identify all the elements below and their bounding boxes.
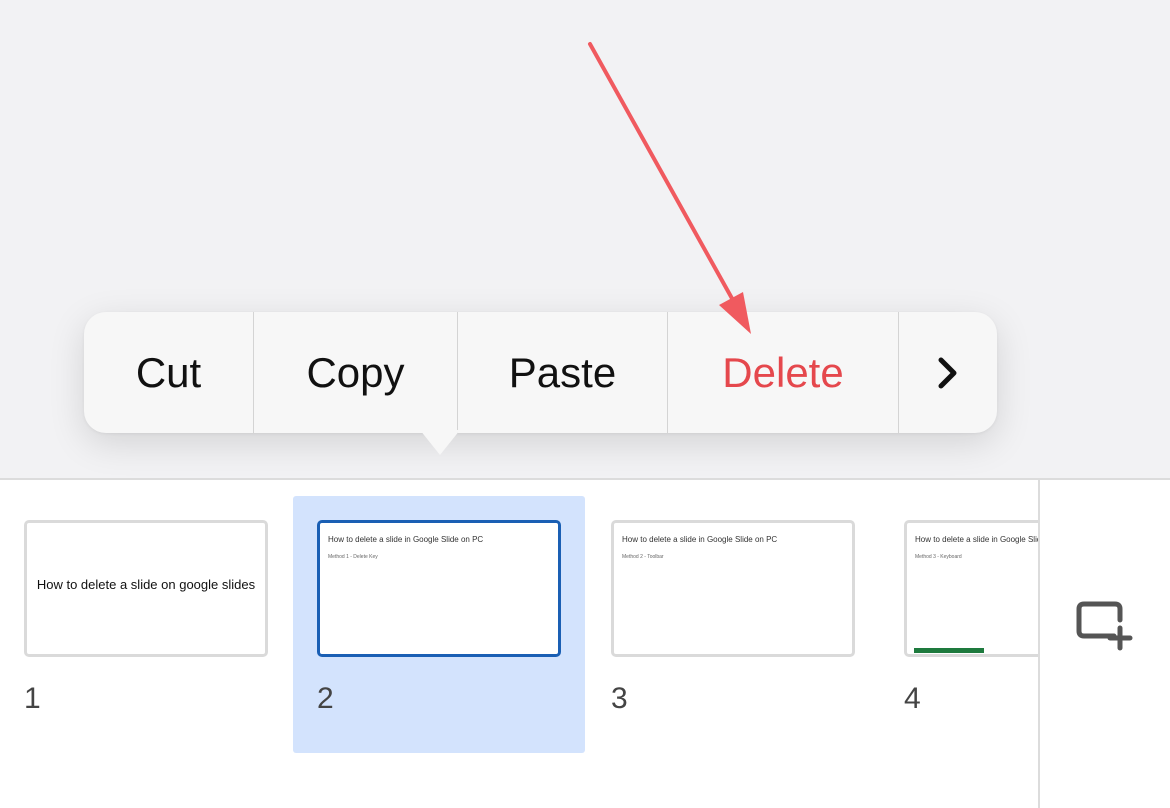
context-menu-pointer [420, 430, 460, 455]
slide-subtitle: Method 3 - Keyboard [915, 554, 962, 560]
slide-title: How to delete a slide in Google Slide on… [915, 535, 1038, 544]
paste-menu-item[interactable]: Paste [458, 312, 668, 433]
slide-title: How to delete a slide on google slides [36, 577, 256, 592]
slide-title: How to delete a slide in Google Slide on… [622, 535, 778, 544]
slide-subtitle: Method 2 - Toolbar [622, 554, 664, 560]
add-slide-icon[interactable] [1074, 598, 1138, 654]
slide-thumbnail-2[interactable]: How to delete a slide in Google Slide on… [293, 496, 585, 753]
slide-subtitle: Method 1 - Delete Key [328, 554, 378, 560]
slide-number: 4 [904, 682, 921, 715]
slide-thumbnail-1[interactable]: How to delete a slide on google slides 1 [0, 496, 292, 753]
filmstrip-divider [1038, 478, 1040, 808]
slide-preview: How to delete a slide in Google Slide on… [611, 520, 855, 657]
chevron-right-icon [938, 357, 957, 388]
delete-menu-item[interactable]: Delete [668, 312, 899, 433]
slide-preview: How to delete a slide on google slides [24, 520, 268, 657]
slide-number: 1 [24, 682, 41, 715]
slide-preview: How to delete a slide in Google Slide on… [317, 520, 561, 657]
slide-title: How to delete a slide in Google Slide on… [328, 535, 484, 544]
cut-menu-item[interactable]: Cut [84, 312, 254, 433]
context-menu: Cut Copy Paste Delete [84, 312, 997, 433]
slide-thumbnail-3[interactable]: How to delete a slide in Google Slide on… [587, 496, 879, 753]
slide-thumbnail-4[interactable]: How to delete a slide in Google Slide on… [880, 496, 1038, 753]
slide-number: 2 [317, 682, 334, 715]
slide-accent-bar [914, 648, 984, 653]
slide-number: 3 [611, 682, 628, 715]
slide-preview: How to delete a slide in Google Slide on… [904, 520, 1038, 657]
more-options-button[interactable] [899, 312, 997, 433]
copy-menu-item[interactable]: Copy [254, 312, 458, 433]
